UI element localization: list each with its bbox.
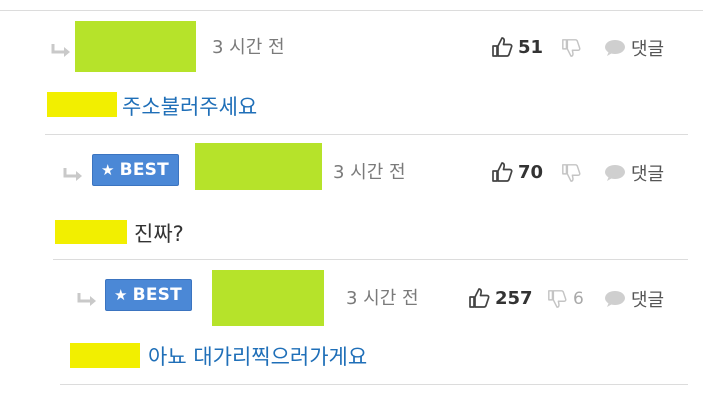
best-badge: ★ BEST: [105, 279, 192, 311]
reply-button[interactable]: 댓글: [604, 286, 664, 312]
best-label: BEST: [119, 160, 169, 180]
reply-label: 댓글: [631, 290, 665, 311]
timestamp: 3 시간 전: [333, 162, 406, 183]
best-label: BEST: [132, 285, 182, 305]
mention-redacted[interactable]: [70, 343, 140, 368]
dislike-button[interactable]: 6: [547, 289, 584, 309]
comment-text: 주소불러주세요: [122, 95, 258, 119]
comment-text: 아뇨 대가리찍으러가게요: [148, 345, 368, 369]
speech-bubble-icon: [605, 291, 625, 307]
star-icon: ★: [101, 161, 115, 179]
reply-button[interactable]: 댓글: [604, 160, 664, 186]
divider-2: [53, 259, 688, 260]
reply-label: 댓글: [631, 39, 665, 60]
username-redacted[interactable]: [75, 21, 196, 72]
timestamp: 3 시간 전: [212, 37, 285, 58]
reply-label: 댓글: [631, 164, 665, 185]
divider-1: [45, 134, 688, 135]
reply-button[interactable]: 댓글: [604, 35, 664, 61]
username-redacted[interactable]: [212, 270, 324, 326]
speech-bubble-icon: [605, 40, 625, 56]
thumbs-up-icon: [492, 162, 513, 182]
reply-arrow-icon: [51, 44, 70, 57]
best-badge: ★ BEST: [92, 154, 179, 186]
thumbs-down-icon: [562, 39, 581, 57]
like-button[interactable]: 70: [491, 161, 543, 183]
thumbs-down-icon: [562, 164, 581, 182]
star-icon: ★: [114, 286, 128, 304]
comment-text: 진짜?: [134, 222, 184, 246]
mention-redacted[interactable]: [55, 220, 127, 244]
username-redacted[interactable]: [195, 143, 322, 190]
dislike-count: 6: [573, 289, 584, 309]
reply-arrow-icon: [77, 293, 96, 306]
like-count: 70: [518, 161, 544, 183]
divider-3: [60, 384, 688, 385]
dislike-button[interactable]: [561, 163, 587, 183]
like-button[interactable]: 51: [491, 36, 543, 58]
thumbs-up-icon: [492, 37, 513, 57]
like-count: 257: [495, 287, 533, 309]
like-button[interactable]: 257: [468, 287, 533, 309]
like-count: 51: [518, 36, 544, 58]
mention-redacted[interactable]: [47, 92, 117, 117]
speech-bubble-icon: [605, 165, 625, 181]
timestamp: 3 시간 전: [346, 288, 419, 309]
dislike-button[interactable]: [561, 38, 587, 58]
thumbs-down-icon: [548, 290, 567, 308]
divider-top: [0, 10, 703, 11]
reply-arrow-icon: [63, 168, 82, 181]
thumbs-up-icon: [469, 288, 490, 308]
